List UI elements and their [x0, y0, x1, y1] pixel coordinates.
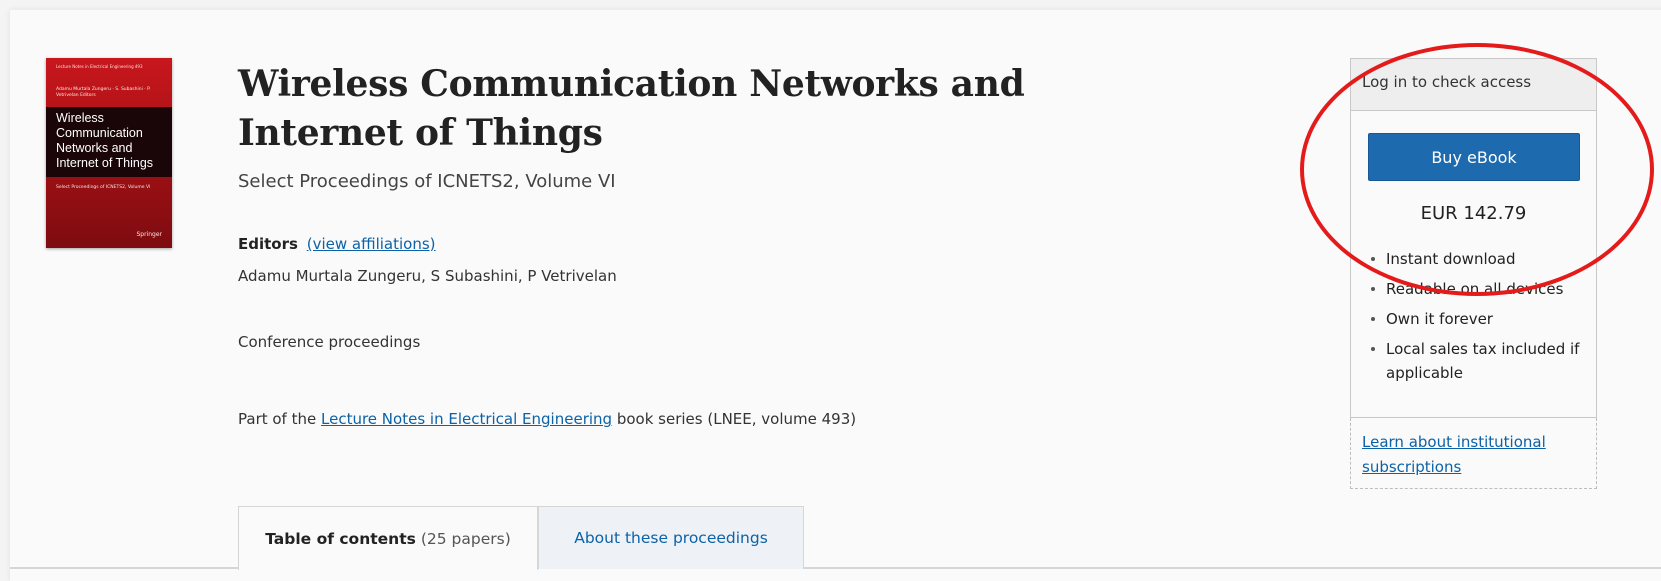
book-cover-image[interactable]: Lecture Notes in Electrical Engineering … [46, 58, 172, 248]
cover-publisher-logo: Springer [136, 231, 162, 238]
editors-label: Editors [238, 235, 298, 253]
list-item: Own it forever [1369, 307, 1594, 331]
page-title: Wireless Communication Networks and Inte… [238, 63, 1025, 154]
ebook-price: EUR 142.79 [1420, 203, 1527, 224]
list-item: Instant download [1369, 247, 1594, 271]
institutional-subscriptions-link[interactable]: Learn about institutional subscriptions [1362, 433, 1546, 476]
list-item: Local sales tax included if applicable [1369, 337, 1594, 385]
content-type: Conference proceedings [238, 333, 421, 351]
login-to-check-access[interactable]: Log in to check access [1351, 59, 1596, 111]
series-prefix: Part of the [238, 410, 317, 428]
view-affiliations-link[interactable]: (view affiliations) [307, 235, 436, 253]
editors-heading: Editors (view affiliations) [238, 235, 436, 253]
tab-toc-label: Table of contents [265, 529, 416, 548]
series-link[interactable]: Lecture Notes in Electrical Engineering [321, 410, 612, 428]
buy-ebook-button[interactable]: Buy eBook [1368, 133, 1580, 181]
cover-authors: Adamu Murtala Zungeru · S. Subashini · P… [56, 87, 151, 98]
institutional-box: Learn about institutional subscriptions [1350, 418, 1597, 489]
cover-series: Lecture Notes in Electrical Engineering … [56, 64, 143, 69]
purchase-box: Log in to check access Buy eBook EUR 142… [1350, 58, 1597, 418]
list-item: Readable on all devices [1369, 277, 1594, 301]
book-subtitle: Select Proceedings of ICNETS2, Volume VI [238, 171, 616, 192]
tab-toc-count: (25 papers) [420, 529, 511, 548]
series-suffix: book series (LNEE, volume 493) [616, 410, 857, 428]
editors-list: Adamu Murtala Zungeru, S Subashini, P Ve… [238, 267, 617, 285]
cover-subtitle: Select Proceedings of ICNETS2, Volume VI [56, 185, 151, 190]
cover-title: Wireless Communication Networks and Inte… [46, 107, 172, 177]
benefits-list: Instant download Readable on all devices… [1369, 247, 1594, 391]
book-series-line: Part of the Lecture Notes in Electrical … [238, 410, 856, 428]
tab-about-proceedings[interactable]: About these proceedings [538, 506, 804, 569]
tab-table-of-contents[interactable]: Table of contents (25 papers) [238, 506, 538, 570]
